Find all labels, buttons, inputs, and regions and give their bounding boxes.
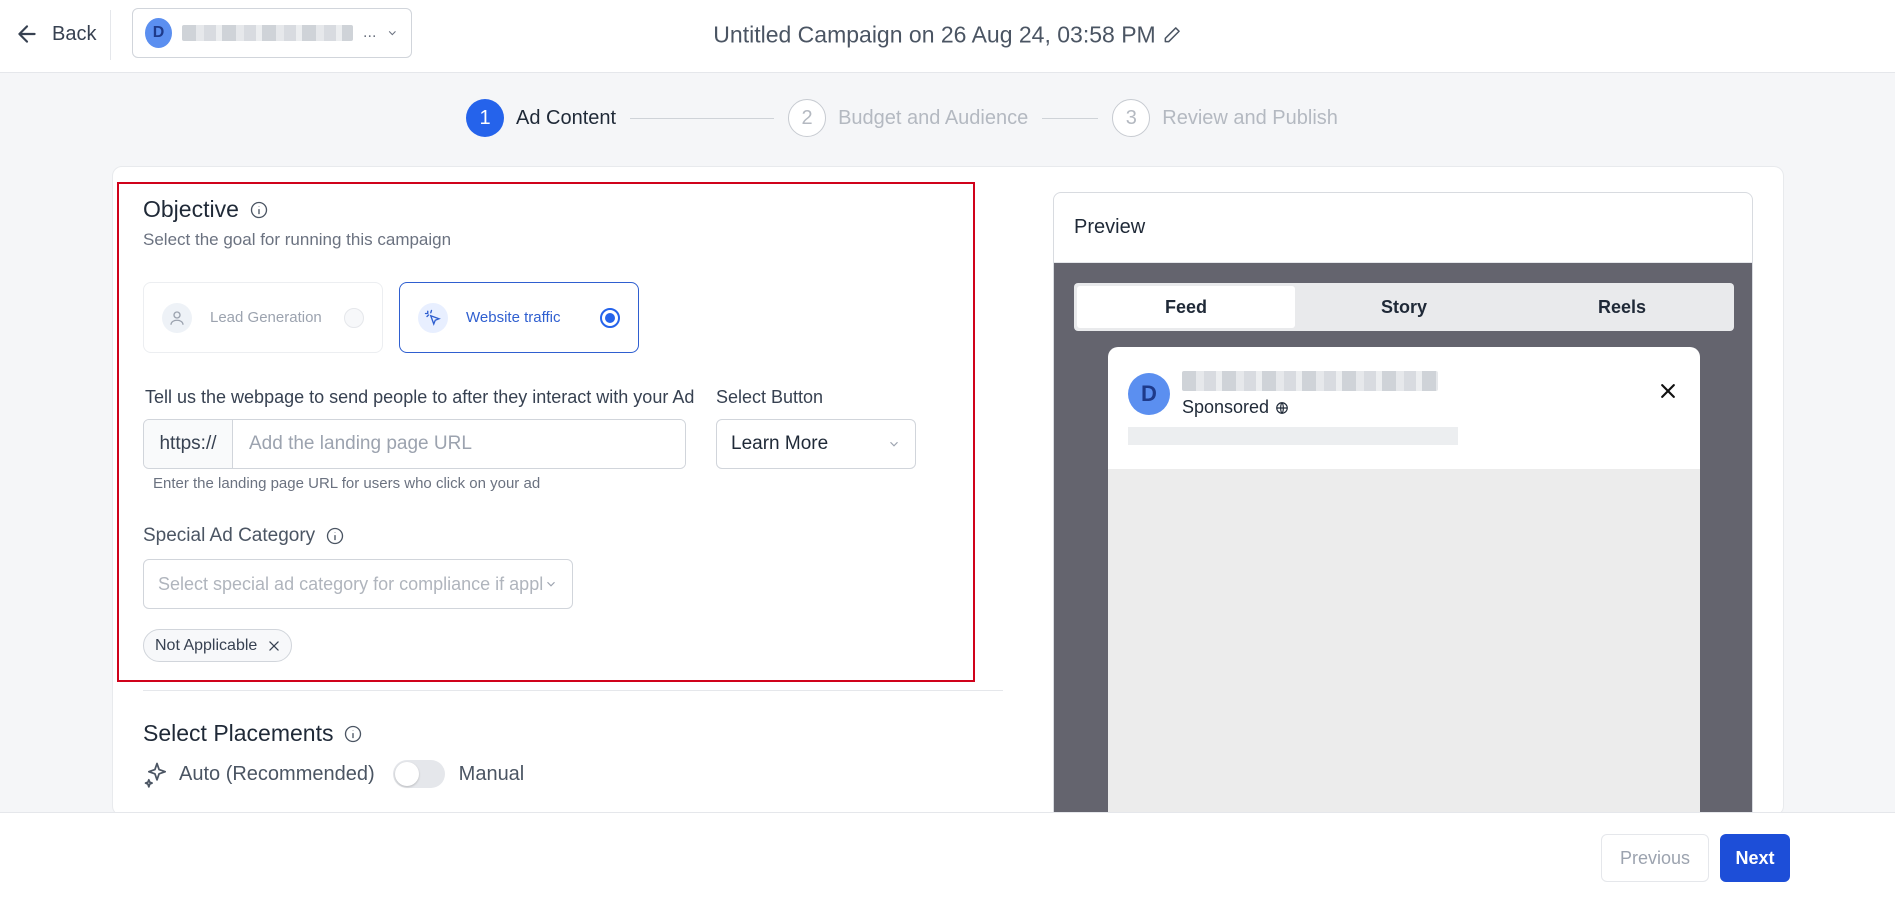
cta-button-select[interactable]: Learn More (716, 419, 916, 469)
info-icon[interactable] (343, 724, 363, 744)
radio-website-traffic[interactable] (600, 307, 620, 328)
page-name-redacted (1182, 371, 1438, 391)
globe-icon (1276, 401, 1288, 414)
step-connector (1042, 117, 1099, 119)
objective-option-website-traffic[interactable]: Website traffic (399, 282, 639, 353)
avatar: D (1128, 373, 1170, 415)
tab-story[interactable]: Story (1295, 286, 1513, 328)
section-divider (143, 690, 1003, 691)
objective-title: Objective (143, 196, 239, 222)
ad-preview-mock: D Sponsored (1108, 347, 1700, 831)
previous-button[interactable]: Previous (1601, 834, 1709, 882)
tab-reels[interactable]: Reels (1513, 286, 1731, 328)
landing-url-field: https:// (143, 419, 686, 469)
info-icon[interactable] (325, 526, 345, 546)
objective-subtitle: Select the goal for running this campaig… (143, 230, 452, 249)
placement-mode-row: Auto (Recommended) Manual (143, 760, 524, 788)
step-number: 3 (1112, 99, 1151, 137)
preview-title: Preview (1054, 193, 1752, 263)
step-label: Budget and Audience (838, 106, 1029, 129)
close-icon[interactable] (267, 639, 281, 653)
placements-title: Select Placements (143, 720, 334, 746)
preview-body: Feed Story Reels D Sponsored (1054, 263, 1752, 831)
step-budget-audience[interactable]: 2 Budget and Audience (788, 99, 1028, 137)
stepper: 1 Ad Content 2 Budget and Audience 3 Rev… (466, 99, 1338, 137)
radio-lead-generation[interactable] (344, 307, 364, 328)
step-number: 2 (788, 99, 827, 137)
landing-url-input[interactable] (233, 420, 685, 468)
top-bar: Back D ... Untitled Campaign on 26 Aug 2… (0, 0, 1895, 73)
campaign-title: Untitled Campaign on 26 Aug 24, 03:58 PM (0, 20, 1895, 48)
option-label: Lead Generation (210, 309, 322, 326)
step-label: Ad Content (516, 106, 617, 129)
url-prefix: https:// (144, 420, 233, 468)
step-review-publish[interactable]: 3 Review and Publish (1112, 99, 1338, 137)
tab-feed[interactable]: Feed (1077, 286, 1295, 328)
sparkle-icon (144, 762, 167, 788)
tag-label: Not Applicable (155, 636, 258, 654)
special-category-heading: Special Ad Category (143, 525, 345, 547)
select-button-label: Select Button (716, 387, 824, 407)
pencil-icon[interactable] (1162, 25, 1182, 45)
ad-media-placeholder (1108, 469, 1700, 831)
special-category-placeholder: Select special ad category for complianc… (158, 573, 543, 594)
manual-label: Manual (458, 762, 525, 785)
close-icon[interactable] (1658, 381, 1678, 401)
cta-button-value: Learn More (731, 433, 829, 454)
user-icon (162, 302, 192, 333)
special-category-title: Special Ad Category (143, 525, 316, 546)
info-icon[interactable] (249, 200, 269, 220)
preview-tabs: Feed Story Reels (1074, 283, 1734, 331)
placement-toggle[interactable] (392, 760, 445, 788)
placements-heading: Select Placements (143, 720, 363, 747)
sponsored-row: Sponsored (1182, 397, 1438, 418)
auto-label: Auto (Recommended) (179, 762, 375, 785)
caption-redacted (1128, 427, 1458, 445)
chevron-down-icon (547, 581, 555, 587)
step-label: Review and Publish (1162, 106, 1338, 129)
preview-panel: Preview Feed Story Reels D Sponsored (1053, 192, 1753, 832)
step-number: 1 (466, 99, 504, 137)
chevron-down-icon (890, 441, 898, 447)
campaign-title-text: Untitled Campaign on 26 Aug 24, 03:58 PM (713, 21, 1156, 48)
step-connector (630, 117, 775, 119)
special-category-tag: Not Applicable (143, 629, 293, 662)
objective-heading: Objective (143, 196, 269, 223)
post-header: D Sponsored (1128, 371, 1438, 418)
next-button[interactable]: Next (1720, 834, 1790, 882)
cursor-click-icon (418, 302, 448, 333)
landing-url-help: Enter the landing page URL for users who… (153, 475, 541, 492)
post-meta: Sponsored (1182, 371, 1438, 418)
option-label: Website traffic (466, 309, 561, 326)
step-ad-content[interactable]: 1 Ad Content (466, 99, 616, 137)
objective-option-lead-generation[interactable]: Lead Generation (143, 282, 383, 353)
sponsored-label: Sponsored (1182, 397, 1270, 417)
special-category-select[interactable]: Select special ad category for complianc… (143, 559, 573, 609)
webpage-label: Tell us the webpage to send people to af… (145, 387, 695, 407)
